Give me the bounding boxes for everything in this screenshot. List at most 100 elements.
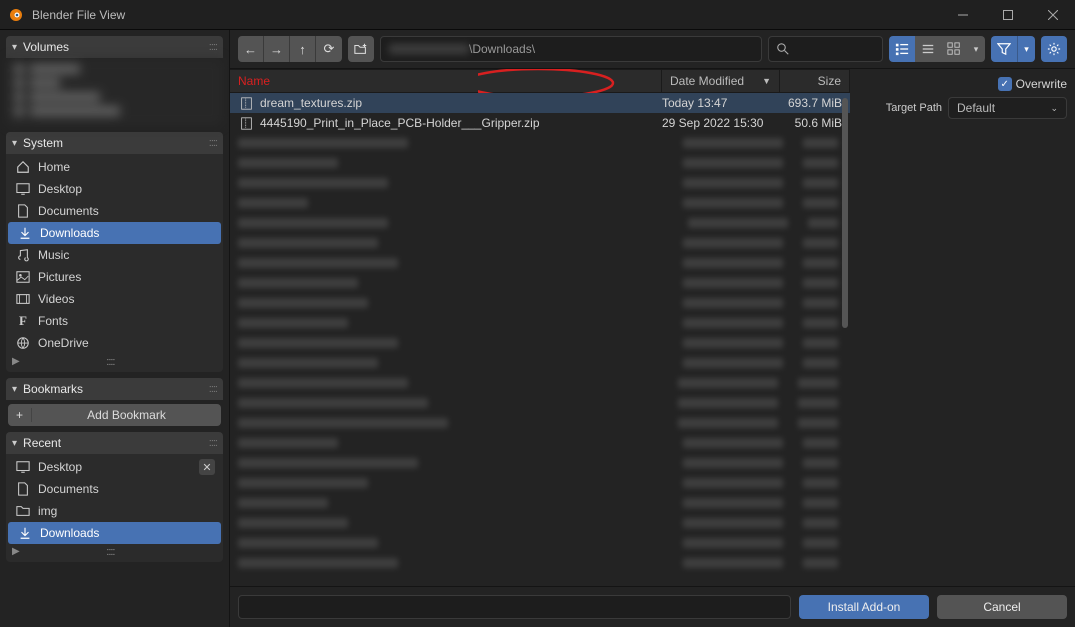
file-row-redacted bbox=[230, 313, 850, 333]
remove-recent-button[interactable]: ✕ bbox=[199, 459, 215, 475]
file-rows[interactable]: dream_textures.zip Today 13:47 693.7 MiB… bbox=[230, 93, 850, 586]
file-row-redacted bbox=[230, 413, 850, 433]
bottom-bar: Install Add-on Cancel bbox=[230, 586, 1075, 627]
forward-button[interactable]: → bbox=[264, 36, 290, 62]
sidebar-item-documents[interactable]: Documents bbox=[6, 200, 223, 222]
system-panel: ▾ System :::: Home Desktop Documents Dow… bbox=[6, 132, 223, 372]
drag-handle-icon[interactable]: :::: bbox=[209, 437, 217, 449]
options-panel: ✓ Overwrite Target Path Default ⌄ bbox=[850, 69, 1075, 586]
list-footer: ▶:::: bbox=[6, 354, 223, 370]
titlebar: Blender File View bbox=[0, 0, 1075, 30]
sidebar-item-home[interactable]: Home bbox=[6, 156, 223, 178]
blender-logo-icon bbox=[8, 7, 24, 23]
settings-button[interactable] bbox=[1041, 36, 1067, 62]
videos-icon bbox=[14, 291, 32, 307]
parent-button[interactable]: ↑ bbox=[290, 36, 316, 62]
file-row-redacted bbox=[230, 513, 850, 533]
drag-handle-icon[interactable]: :::: bbox=[106, 356, 114, 368]
view-list-vertical-button[interactable] bbox=[889, 36, 915, 62]
bookmarks-panel: ▾ Bookmarks :::: + Add Bookmark bbox=[6, 378, 223, 426]
refresh-button[interactable]: ⟳ bbox=[316, 36, 342, 62]
filter-button[interactable] bbox=[991, 36, 1017, 62]
new-folder-button[interactable] bbox=[348, 36, 374, 62]
view-options-dropdown[interactable]: ▾ bbox=[967, 36, 985, 62]
file-row[interactable]: dream_textures.zip Today 13:47 693.7 MiB bbox=[230, 93, 850, 113]
sidebar: ▾ Volumes :::: ▾ System :::: Home Deskto… bbox=[0, 30, 230, 627]
recent-item-img[interactable]: img bbox=[6, 500, 223, 522]
desktop-icon bbox=[14, 459, 32, 475]
play-icon[interactable]: ▶ bbox=[12, 546, 20, 558]
sidebar-item-music[interactable]: Music bbox=[6, 244, 223, 266]
drag-handle-icon[interactable]: :::: bbox=[209, 137, 217, 149]
file-row-redacted bbox=[230, 273, 850, 293]
minimize-button[interactable] bbox=[940, 0, 985, 30]
recent-item-downloads[interactable]: Downloads bbox=[8, 522, 221, 544]
window-title: Blender File View bbox=[32, 8, 940, 22]
file-row-redacted bbox=[230, 453, 850, 473]
system-list: Home Desktop Documents Downloads Music P… bbox=[6, 154, 223, 372]
system-header[interactable]: ▾ System :::: bbox=[6, 132, 223, 154]
maximize-button[interactable] bbox=[985, 0, 1030, 30]
cloud-icon bbox=[14, 335, 32, 351]
file-list-header: Name Date Modified▼ Size bbox=[230, 69, 850, 93]
search-input[interactable] bbox=[768, 36, 883, 62]
recent-list: Desktop✕ Documents img Downloads ▶:::: bbox=[6, 454, 223, 562]
column-size[interactable]: Size bbox=[780, 70, 850, 92]
file-row-redacted bbox=[230, 473, 850, 493]
view-list-horizontal-button[interactable] bbox=[915, 36, 941, 62]
file-row-redacted bbox=[230, 153, 850, 173]
column-name[interactable]: Name bbox=[230, 70, 662, 92]
drag-handle-icon[interactable]: :::: bbox=[209, 41, 217, 53]
zip-icon bbox=[238, 97, 254, 110]
content-area: ← → ↑ ⟳ \Downloads\ ▾ ▾ bbox=[230, 30, 1075, 627]
chevron-down-icon: ▾ bbox=[12, 42, 17, 53]
file-row-redacted bbox=[230, 253, 850, 273]
overwrite-option[interactable]: ✓ Overwrite bbox=[858, 77, 1067, 91]
play-icon[interactable]: ▶ bbox=[12, 356, 20, 368]
drag-handle-icon[interactable]: :::: bbox=[106, 546, 114, 558]
file-row-redacted bbox=[230, 553, 850, 573]
path-input[interactable]: \Downloads\ bbox=[380, 36, 762, 62]
back-button[interactable]: ← bbox=[238, 36, 264, 62]
file-row-redacted bbox=[230, 333, 850, 353]
target-path-select[interactable]: Default ⌄ bbox=[948, 97, 1067, 119]
file-row[interactable]: 4445190_Print_in_Place_PCB-Holder___Grip… bbox=[230, 113, 850, 133]
file-row-redacted bbox=[230, 493, 850, 513]
file-row-redacted bbox=[230, 353, 850, 373]
volumes-header[interactable]: ▾ Volumes :::: bbox=[6, 36, 223, 58]
filename-input[interactable] bbox=[238, 595, 791, 619]
install-addon-button[interactable]: Install Add-on bbox=[799, 595, 929, 619]
sidebar-item-downloads[interactable]: Downloads bbox=[8, 222, 221, 244]
sidebar-item-pictures[interactable]: Pictures bbox=[6, 266, 223, 288]
sidebar-item-videos[interactable]: Videos bbox=[6, 288, 223, 310]
close-button[interactable] bbox=[1030, 0, 1075, 30]
recent-item-desktop[interactable]: Desktop✕ bbox=[6, 456, 223, 478]
volumes-panel: ▾ Volumes :::: bbox=[6, 36, 223, 126]
filter-dropdown[interactable]: ▾ bbox=[1017, 36, 1035, 62]
file-row-redacted bbox=[230, 233, 850, 253]
scrollbar[interactable] bbox=[842, 98, 848, 328]
bookmarks-header[interactable]: ▾ Bookmarks :::: bbox=[6, 378, 223, 400]
sidebar-item-desktop[interactable]: Desktop bbox=[6, 178, 223, 200]
recent-header[interactable]: ▾ Recent :::: bbox=[6, 432, 223, 454]
home-icon bbox=[14, 159, 32, 175]
file-row-redacted bbox=[230, 373, 850, 393]
overwrite-checkbox[interactable]: ✓ bbox=[998, 77, 1012, 91]
recent-item-documents[interactable]: Documents bbox=[6, 478, 223, 500]
sidebar-item-onedrive[interactable]: OneDrive bbox=[6, 332, 223, 354]
file-row-redacted bbox=[230, 133, 850, 153]
cancel-button[interactable]: Cancel bbox=[937, 595, 1067, 619]
file-row-redacted bbox=[230, 533, 850, 553]
desktop-icon bbox=[14, 181, 32, 197]
view-thumbnail-button[interactable] bbox=[941, 36, 967, 62]
add-bookmark-button[interactable]: + Add Bookmark bbox=[8, 404, 221, 426]
zip-icon bbox=[238, 117, 254, 130]
search-icon bbox=[777, 43, 789, 55]
download-icon bbox=[16, 525, 34, 541]
drag-handle-icon[interactable]: :::: bbox=[209, 383, 217, 395]
list-footer: ▶:::: bbox=[6, 544, 223, 560]
sidebar-item-fonts[interactable]: FFonts bbox=[6, 310, 223, 332]
file-row-redacted bbox=[230, 213, 850, 233]
column-date[interactable]: Date Modified▼ bbox=[662, 70, 780, 92]
target-path-option: Target Path Default ⌄ bbox=[858, 97, 1067, 119]
